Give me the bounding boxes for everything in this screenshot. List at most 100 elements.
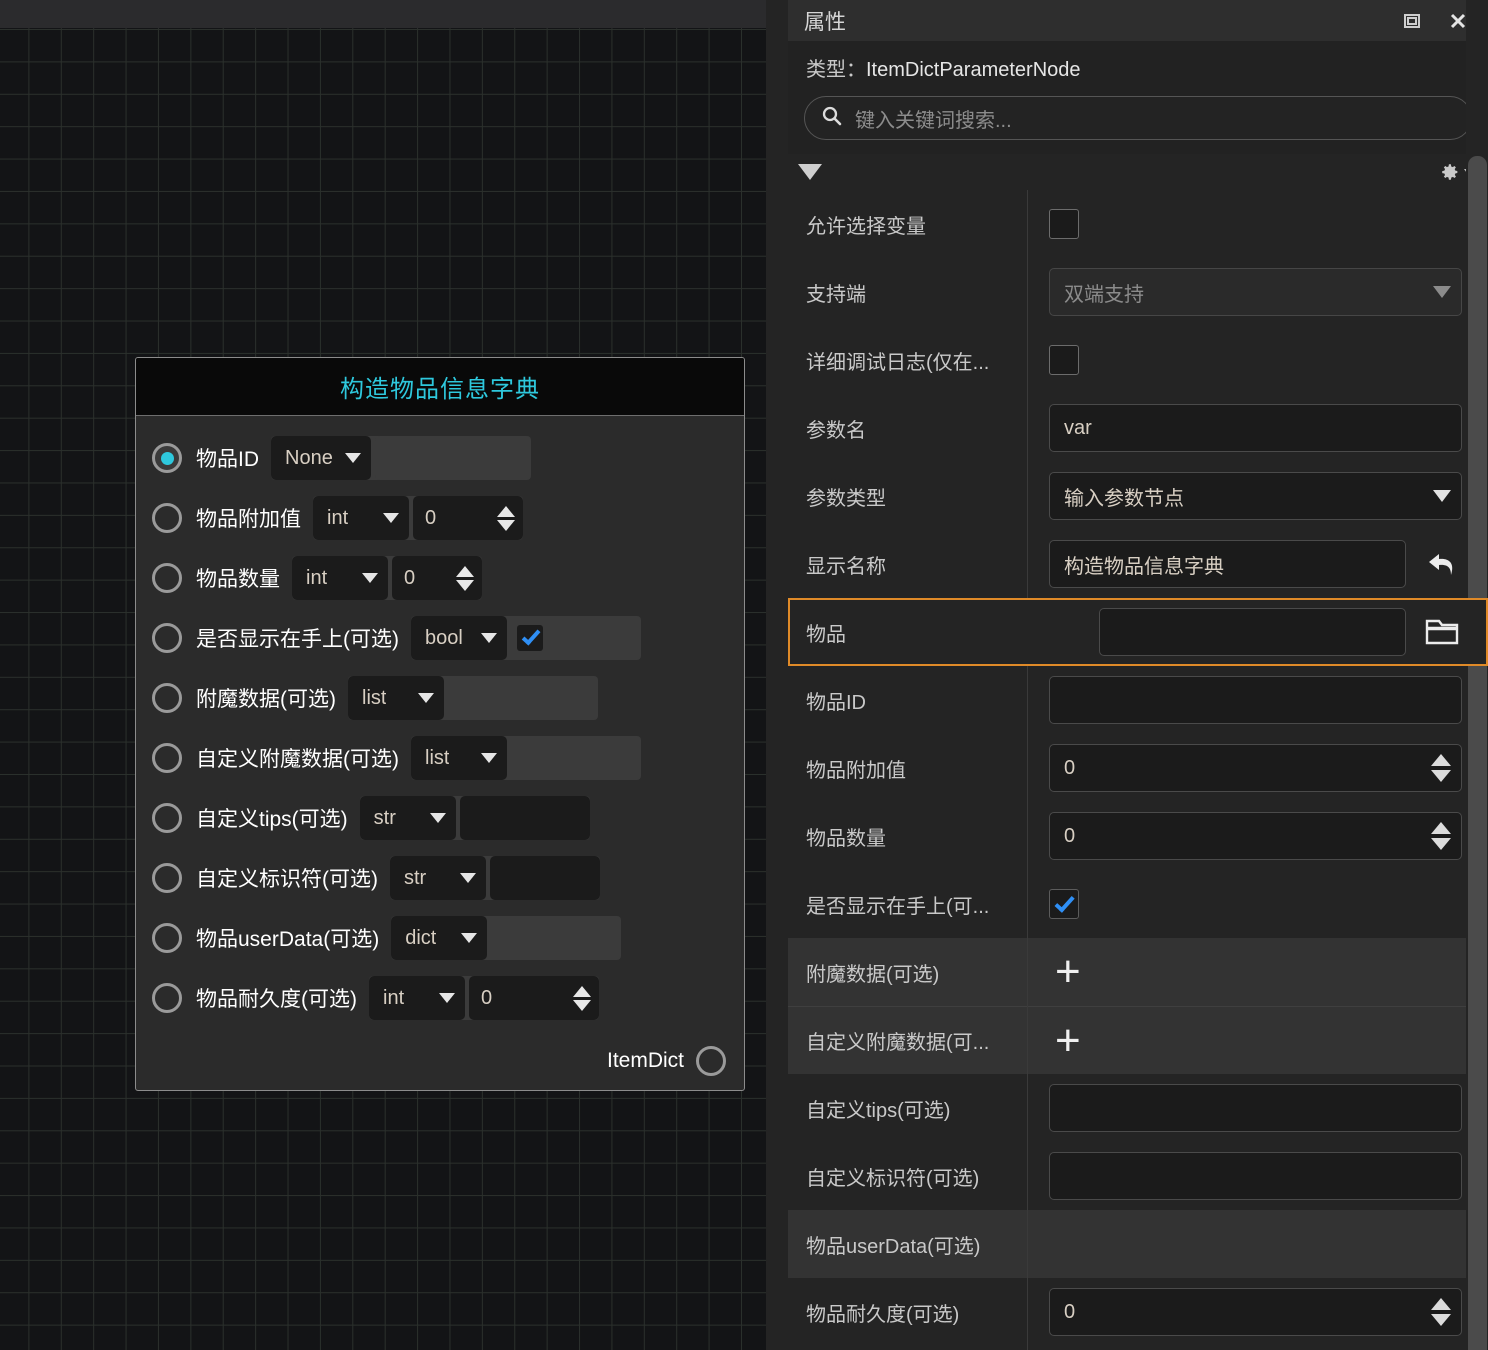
spinner-up-icon[interactable] [1431,822,1451,834]
add-item-button[interactable]: + [1055,1018,1081,1062]
node-text-input[interactable] [459,796,590,840]
property-row[interactable]: 显示名称 构造物品信息字典 [788,530,1488,598]
property-row[interactable]: 附魔数据(可选) + [788,938,1488,1006]
node-type-select[interactable]: list [348,676,444,720]
property-row[interactable]: 物品ID [788,666,1488,734]
node-text-input[interactable] [490,856,600,900]
node-type-select[interactable]: str [359,796,456,840]
folder-icon[interactable] [1422,612,1462,652]
node-type-select[interactable]: dict [391,916,488,960]
node-checkbox[interactable] [517,625,543,651]
output-port[interactable] [696,1046,726,1076]
node-type-select[interactable]: int [369,976,465,1020]
chevron-down-icon[interactable] [1433,490,1451,502]
node-type-select-value: list [362,686,387,709]
spinner-down-icon[interactable] [456,579,474,591]
node-number-value: 0 [404,566,416,589]
node-input-control: str [359,796,590,840]
property-text-input[interactable] [1099,608,1406,656]
chevron-down-icon [383,513,399,523]
spinner-down-icon[interactable] [1431,1314,1451,1326]
check-icon [521,626,540,646]
property-text-input[interactable] [1049,1152,1462,1200]
node-type-select[interactable]: None [271,436,371,480]
input-port[interactable] [152,923,182,953]
spinner-down-icon[interactable] [497,519,515,531]
input-port[interactable] [152,743,182,773]
panel-scrollbar[interactable] [1466,0,1488,1350]
property-row[interactable]: 物品userData(可选) [788,1210,1488,1278]
property-spinner[interactable] [1431,822,1451,850]
spinner-up-icon[interactable] [573,985,591,997]
property-row[interactable]: 参数名 var [788,394,1488,462]
graph-canvas[interactable]: 构造物品信息字典 物品ID None 物品附加值 int 0 物品数量 int 0 是否显示在手… [0,0,766,1350]
property-row[interactable]: 允许选择变量 [788,190,1488,258]
property-text-input[interactable] [1049,676,1462,724]
spinner-up-icon[interactable] [456,565,474,577]
property-checkbox[interactable] [1049,209,1079,239]
property-select[interactable]: 输入参数节点 [1049,472,1462,520]
property-row[interactable]: 自定义标识符(可选) [788,1142,1488,1210]
node-type-select[interactable]: str [390,856,486,900]
spinner-down-icon[interactable] [1431,838,1451,850]
property-row[interactable]: 详细调试日志(仅在... [788,326,1488,394]
section-header[interactable] [788,154,1488,190]
search-input[interactable]: 键入关键词搜索... [804,96,1472,140]
property-spinner[interactable] [1431,754,1451,782]
spinner-down-icon[interactable] [573,999,591,1011]
property-row[interactable]: 物品 [788,598,1488,666]
node-type-select[interactable]: bool [411,616,507,660]
revert-arrow-icon[interactable] [1422,544,1462,584]
property-row[interactable]: 物品数量 0 [788,802,1488,870]
input-port[interactable] [152,503,182,533]
spinner-up-icon[interactable] [1431,754,1451,766]
input-port[interactable] [152,563,182,593]
spinner-down-icon[interactable] [1431,770,1451,782]
property-row[interactable]: 支持端 双端支持 [788,258,1488,326]
triangle-down-icon[interactable] [798,164,822,180]
node-spinner[interactable] [483,505,515,531]
property-row[interactable]: 自定义tips(可选) [788,1074,1488,1142]
graph-node[interactable]: 构造物品信息字典 物品ID None 物品附加值 int 0 物品数量 int 0 是否显示在手… [135,357,745,1091]
property-row[interactable]: 自定义附魔数据(可... + [788,1006,1488,1074]
node-type-select[interactable]: list [411,736,507,780]
chevron-down-icon[interactable] [1433,286,1451,298]
property-number-input[interactable]: 0 [1049,1288,1462,1336]
node-spinner[interactable] [442,565,474,591]
property-row[interactable]: 物品耐久度(可选) 0 [788,1278,1488,1346]
input-port[interactable] [152,983,182,1013]
node-title-bar[interactable]: 构造物品信息字典 [136,358,744,416]
property-select[interactable]: 双端支持 [1049,268,1462,316]
input-port[interactable] [152,863,182,893]
node-spinner[interactable] [559,985,591,1011]
input-port[interactable] [152,623,182,653]
node-type-select[interactable]: int [292,556,388,600]
property-number-input[interactable]: 0 [1049,812,1462,860]
property-label: 物品userData(可选) [806,1235,981,1258]
spinner-up-icon[interactable] [497,505,515,517]
property-text-input[interactable]: var [1049,404,1462,452]
node-number-input[interactable]: 0 [392,556,482,600]
property-row[interactable]: 参数类型 输入参数节点 [788,462,1488,530]
property-spinner[interactable] [1431,1298,1451,1326]
input-port[interactable] [152,803,182,833]
spinner-up-icon[interactable] [1431,1298,1451,1310]
property-text-input[interactable] [1049,1084,1462,1132]
scrollbar-thumb[interactable] [1468,156,1487,1350]
node-body: 物品ID None 物品附加值 int 0 物品数量 int 0 是否显示在手上(可选) bool… [136,416,744,1036]
add-item-button[interactable]: + [1055,950,1081,994]
property-checkbox[interactable] [1049,889,1079,919]
node-text-input[interactable] [374,436,531,480]
node-input-control: list [411,736,641,780]
property-checkbox[interactable] [1049,345,1079,375]
node-number-input[interactable]: 0 [469,976,599,1020]
input-port[interactable] [152,443,182,473]
maximize-icon[interactable] [1400,9,1424,33]
input-port[interactable] [152,683,182,713]
property-text-input[interactable]: 构造物品信息字典 [1049,540,1406,588]
property-row[interactable]: 物品附加值 0 [788,734,1488,802]
property-number-input[interactable]: 0 [1049,744,1462,792]
node-number-input[interactable]: 0 [413,496,523,540]
node-type-select[interactable]: int [313,496,409,540]
property-row[interactable]: 是否显示在手上(可... [788,870,1488,938]
